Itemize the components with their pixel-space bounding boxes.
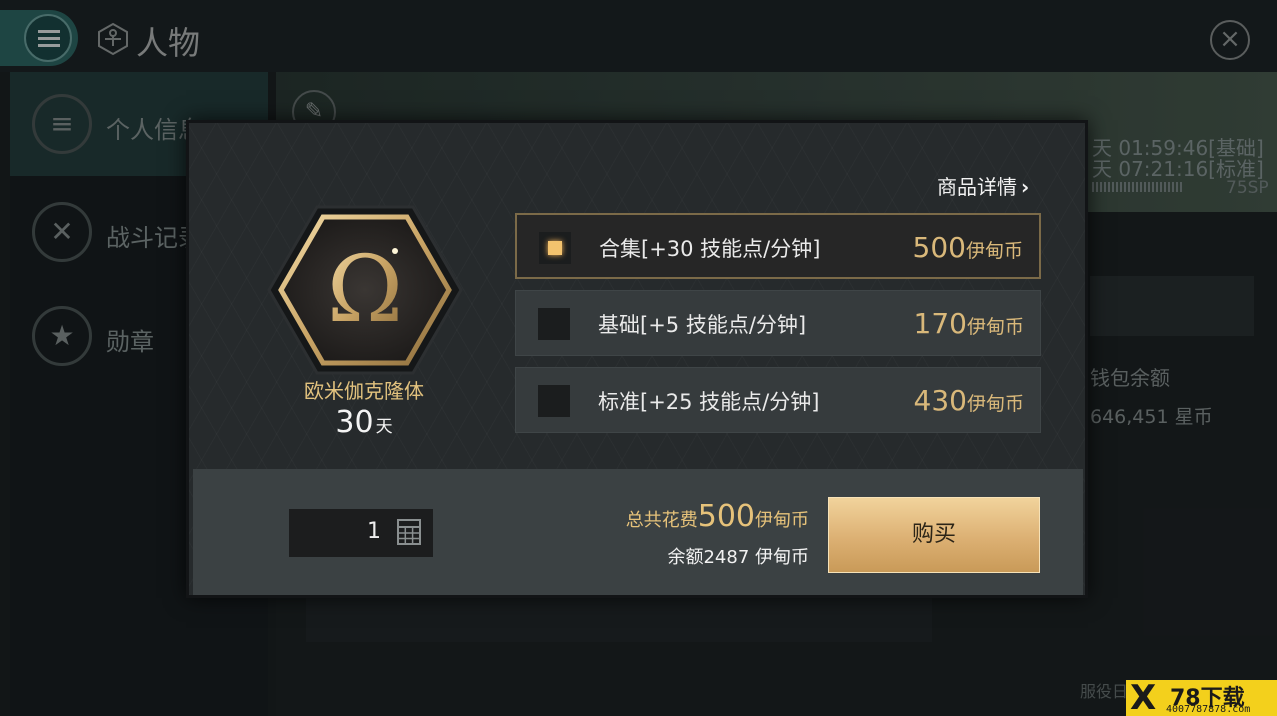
option-standard[interactable]: 标准[+25 技能点/分钟] 430伊甸币 [515,367,1041,433]
option-checkbox[interactable] [538,308,570,340]
option-label: 基础[+5 技能点/分钟] [598,313,807,337]
option-label: 合集[+30 技能点/分钟] [599,237,821,261]
option-label: 标准[+25 技能点/分钟] [598,390,820,414]
purchase-dialog: 商品详情 › Ω 欧米伽克隆体 30 天 合集[+30 技能点/分钟] 500伊甸币 [186,120,1088,598]
option-checkbox[interactable] [538,385,570,417]
product-details-link[interactable]: 商品详情 › [937,171,1029,200]
price-value: 500 [912,231,966,264]
product-duration: 30 天 [277,405,451,440]
option-checkbox[interactable] [539,232,571,264]
option-price: 170伊甸币 [914,307,1024,340]
price-currency: 伊甸币 [965,240,1023,262]
total-value: 500 [697,499,755,534]
omega-icon: Ω [267,205,463,375]
option-bundle[interactable]: 合集[+30 技能点/分钟] 500伊甸币 [515,213,1041,279]
watermark-mark: X [1130,678,1157,716]
total-label: 总共花费 [625,510,698,531]
total-cost: 总共花费500伊甸币 [626,499,809,534]
total-currency: 伊甸币 [755,510,809,531]
quantity-value: 1 [367,519,381,544]
option-price: 430伊甸币 [914,384,1024,417]
duration-unit: 天 [375,417,393,437]
quantity-input[interactable]: 1 [289,509,433,557]
watermark-logo: X 78下载 4007787878.com [1126,678,1277,716]
balance-text: 余额2487 伊甸币 [667,547,809,568]
price-value: 170 [913,307,967,340]
product-name: 欧米伽克隆体 [304,379,424,403]
buy-button[interactable]: 购买 [828,497,1040,573]
price-currency: 伊甸币 [966,316,1024,338]
svg-text:Ω: Ω [327,236,403,343]
details-link-label: 商品详情 [937,175,1017,199]
option-basic[interactable]: 基础[+5 技能点/分钟] 170伊甸币 [515,290,1041,356]
price-currency: 伊甸币 [966,393,1024,415]
duration-value: 30 [335,405,374,440]
calculator-icon[interactable] [397,519,421,545]
price-value: 430 [913,384,967,417]
chevron-right-icon: › [1021,175,1030,199]
watermark-site: 4007787878.com [1166,704,1251,715]
option-price: 500伊甸币 [913,231,1023,264]
